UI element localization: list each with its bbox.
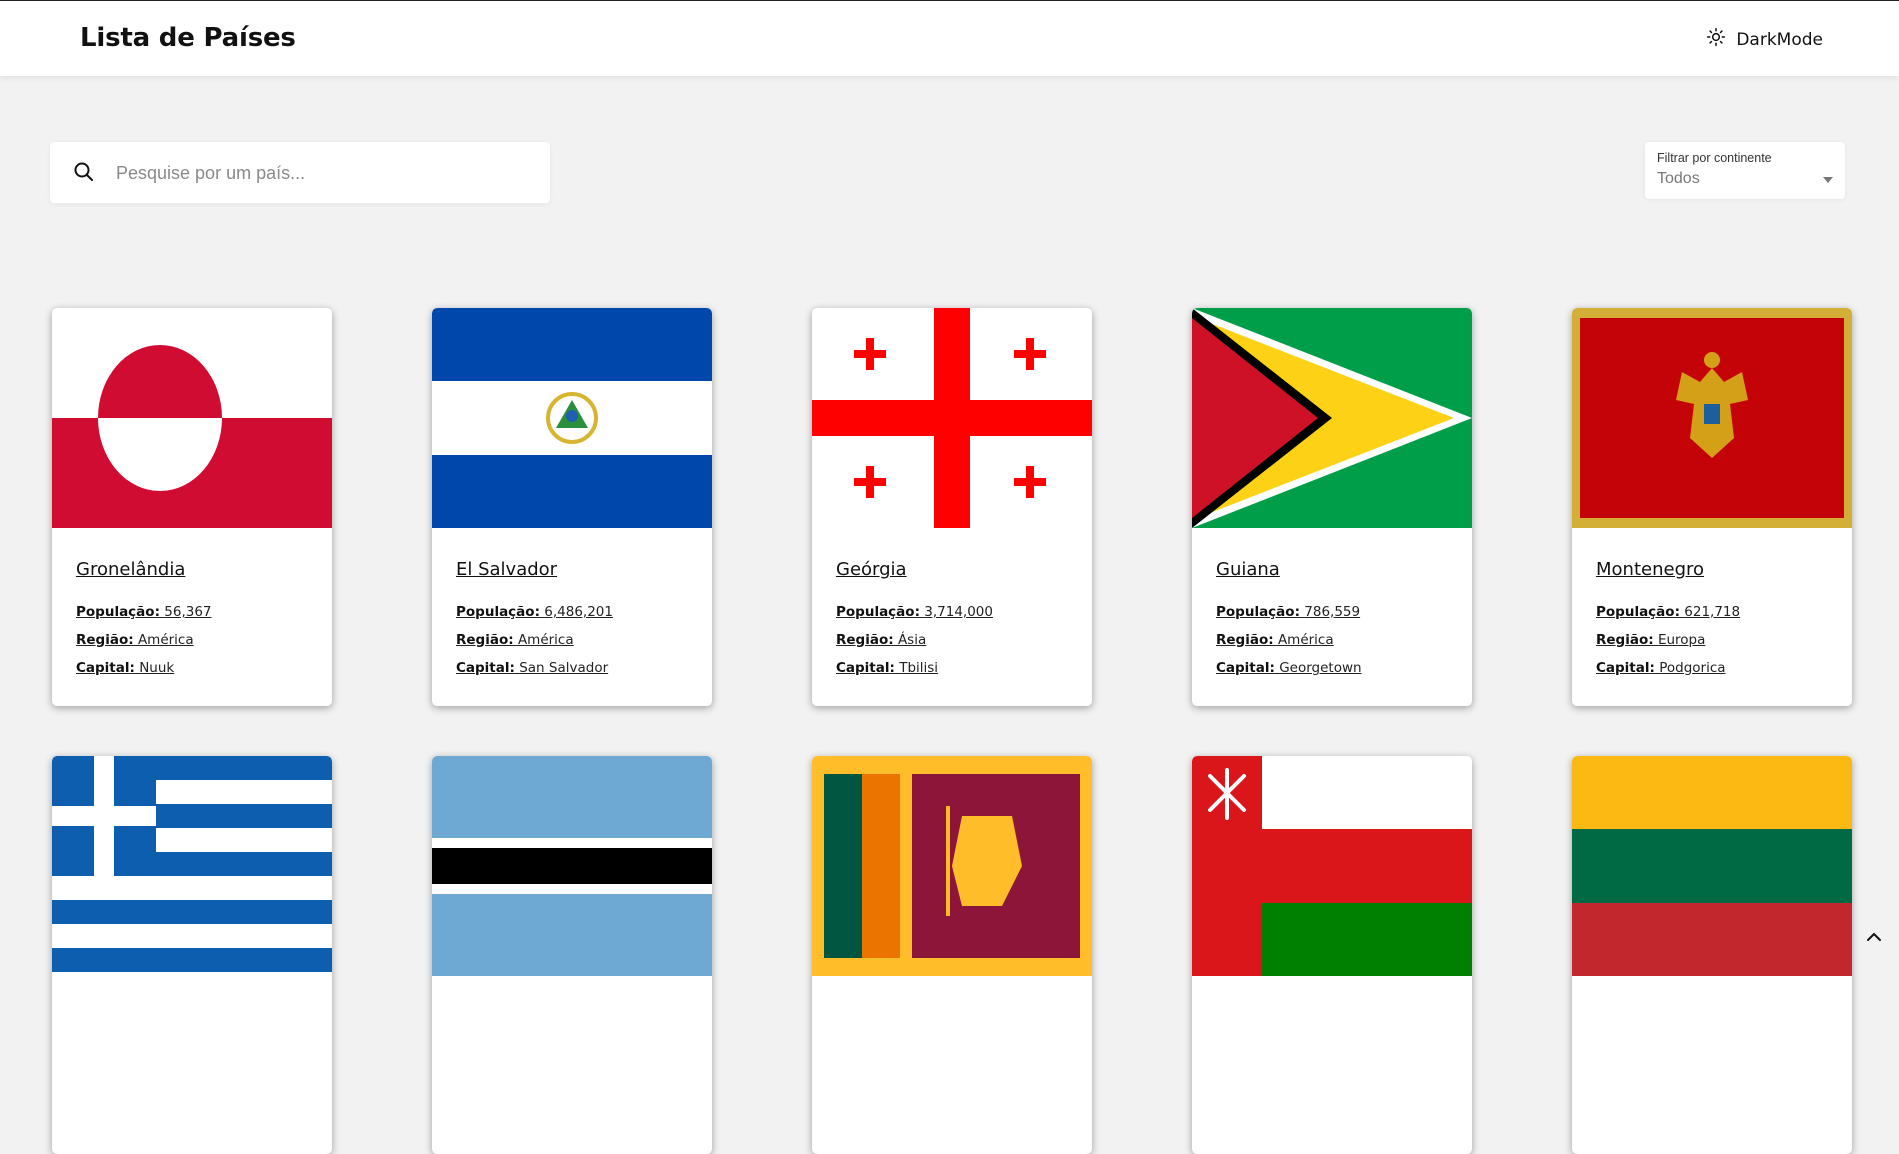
- sri-lanka-flag: [812, 756, 1092, 976]
- georgia-flag: [812, 308, 1092, 528]
- botswana-flag: [432, 756, 712, 976]
- country-name[interactable]: El Salvador: [456, 559, 557, 580]
- population-value: 6,486,201: [544, 604, 613, 620]
- capital-value: Georgetown: [1279, 660, 1362, 676]
- country-card[interactable]: El Salvador População: 6,486,201 Região:…: [432, 308, 712, 706]
- capital-info: Capital: San Salvador: [456, 660, 608, 676]
- region-info: Região: América: [76, 632, 194, 648]
- guyana-flag: [1192, 308, 1472, 528]
- capital-label: Capital:: [76, 660, 135, 676]
- country-card[interactable]: [52, 756, 332, 1154]
- country-card[interactable]: [1192, 756, 1472, 1154]
- population-value: 56,367: [164, 604, 212, 620]
- population-label: População:: [836, 604, 920, 620]
- filter-label: Filtrar por continente: [1657, 151, 1772, 165]
- continent-filter-select[interactable]: Filtrar por continente Todos: [1645, 142, 1845, 199]
- country-card[interactable]: Geórgia População: 3,714,000 Região: Ási…: [812, 308, 1092, 706]
- filter-value: Todos: [1657, 170, 1700, 187]
- capital-info: Capital: Georgetown: [1216, 660, 1362, 676]
- population-value: 621,718: [1684, 604, 1741, 620]
- capital-info: Capital: Nuuk: [76, 660, 174, 676]
- scroll-top-button[interactable]: [1862, 925, 1886, 949]
- lithuania-flag: [1572, 756, 1852, 976]
- region-value: Europa: [1657, 632, 1706, 648]
- page-title: Lista de Países: [80, 23, 296, 53]
- el-salvador-flag: [432, 308, 712, 528]
- capital-info: Capital: Podgorica: [1596, 660, 1726, 676]
- population-info: População: 621,718: [1596, 604, 1740, 620]
- greece-flag: [52, 756, 332, 976]
- greenland-flag: [52, 308, 332, 528]
- capital-value: Podgorica: [1659, 660, 1726, 676]
- region-value: Ásia: [897, 632, 927, 648]
- region-info: Região: América: [456, 632, 574, 648]
- capital-label: Capital:: [836, 660, 895, 676]
- capital-value: Nuuk: [139, 660, 175, 676]
- country-name[interactable]: Geórgia: [836, 559, 907, 580]
- region-label: Região:: [456, 632, 514, 648]
- capital-label: Capital:: [1596, 660, 1655, 676]
- darkmode-label: DarkMode: [1736, 29, 1823, 50]
- population-label: População:: [1216, 604, 1300, 620]
- population-label: População:: [1596, 604, 1680, 620]
- country-card[interactable]: [1572, 756, 1852, 1154]
- region-info: Região: América: [1216, 632, 1334, 648]
- country-card[interactable]: [812, 756, 1092, 1154]
- sun-icon: [1706, 27, 1726, 52]
- capital-label: Capital:: [1216, 660, 1275, 676]
- country-card[interactable]: Gronelândia População: 56,367 Região: Am…: [52, 308, 332, 706]
- search-input[interactable]: [114, 142, 538, 205]
- population-value: 3,714,000: [924, 604, 993, 620]
- region-label: Região:: [76, 632, 134, 648]
- country-card[interactable]: [432, 756, 712, 1154]
- capital-value: San Salvador: [519, 660, 609, 676]
- capital-value: Tbilisi: [899, 660, 939, 676]
- region-label: Região:: [1216, 632, 1274, 648]
- country-name[interactable]: Montenegro: [1596, 559, 1704, 580]
- region-label: Região:: [836, 632, 894, 648]
- region-info: Região: Europa: [1596, 632, 1705, 648]
- population-label: População:: [76, 604, 160, 620]
- region-info: Região: Ásia: [836, 632, 926, 648]
- country-card[interactable]: Guiana População: 786,559 Região: Améric…: [1192, 308, 1472, 706]
- capital-label: Capital:: [456, 660, 515, 676]
- population-info: População: 56,367: [76, 604, 212, 620]
- population-info: População: 3,714,000: [836, 604, 993, 620]
- montenegro-flag: [1572, 308, 1852, 528]
- population-value: 786,559: [1304, 604, 1361, 620]
- region-value: América: [137, 632, 194, 648]
- search-icon: [72, 160, 96, 184]
- darkmode-toggle[interactable]: DarkMode: [1706, 27, 1823, 52]
- population-label: População:: [456, 604, 540, 620]
- country-name[interactable]: Gronelândia: [76, 559, 185, 580]
- region-value: América: [517, 632, 574, 648]
- country-name[interactable]: Guiana: [1216, 559, 1280, 580]
- region-value: América: [1277, 632, 1334, 648]
- country-card[interactable]: Montenegro População: 621,718 Região: Eu…: [1572, 308, 1852, 706]
- oman-flag: [1192, 756, 1472, 976]
- app-header: Lista de Países DarkMode: [0, 0, 1899, 76]
- caret-down-icon: [1823, 168, 1833, 183]
- population-info: População: 6,486,201: [456, 604, 613, 620]
- region-label: Região:: [1596, 632, 1654, 648]
- search-box: [50, 142, 550, 205]
- capital-info: Capital: Tbilisi: [836, 660, 938, 676]
- chevron-up-icon: [1862, 932, 1886, 953]
- population-info: População: 786,559: [1216, 604, 1360, 620]
